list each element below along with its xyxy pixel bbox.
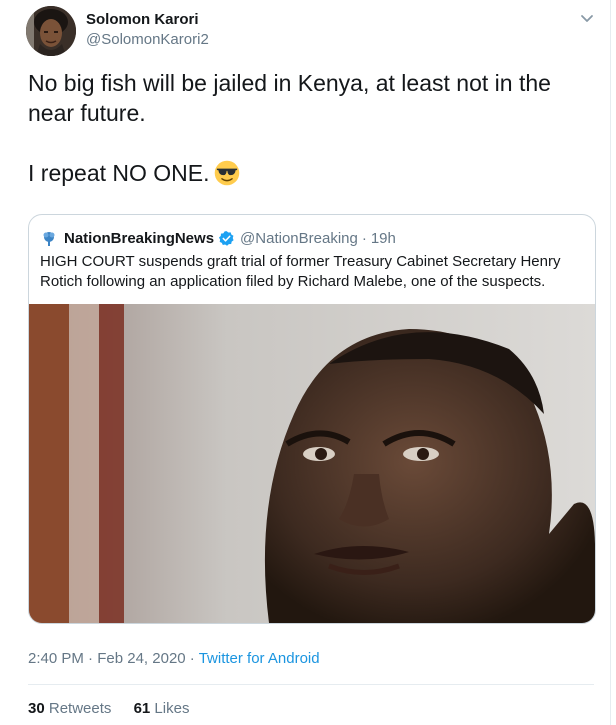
retweets-count: 30 bbox=[28, 700, 45, 717]
retweets-stat[interactable]: 30 Retweets bbox=[28, 700, 111, 717]
sunglasses-emoji-icon bbox=[214, 160, 239, 186]
quoted-tweet-photo[interactable] bbox=[29, 304, 595, 623]
retweets-label: Retweets bbox=[48, 700, 112, 717]
separator: · bbox=[189, 650, 195, 667]
likes-count: 61 bbox=[133, 700, 151, 717]
verified-badge-icon bbox=[219, 230, 234, 246]
nation-logo-icon bbox=[43, 232, 55, 246]
author-display-name[interactable]: Solomon Karori bbox=[86, 11, 199, 28]
quoted-tweet[interactable]: NationBreakingNews @NationBreaking · 19h… bbox=[28, 214, 596, 624]
tweet-card: Solomon Karori @SolomonKarori2 No big fi… bbox=[0, 0, 616, 725]
quoted-tweet-time[interactable]: 19h bbox=[371, 230, 396, 247]
separator: · bbox=[361, 229, 367, 247]
tweet-date[interactable]: Feb 24, 2020 bbox=[97, 650, 185, 667]
tweet-time[interactable]: 2:40 PM bbox=[28, 650, 84, 667]
divider bbox=[28, 684, 594, 685]
likes-stat[interactable]: 61 Likes bbox=[134, 700, 190, 717]
tweet-body: No big fish will be jailed in Kenya, at … bbox=[28, 70, 551, 186]
tweet-metadata: 2:40 PM · Feb 24, 2020 · Twitter for And… bbox=[28, 650, 320, 667]
quoted-tweet-text: HIGH COURT suspends graft trial of forme… bbox=[40, 253, 561, 290]
likes-label: Likes bbox=[154, 700, 190, 717]
avatar[interactable] bbox=[26, 6, 76, 56]
quoted-author-name[interactable]: NationBreakingNews bbox=[64, 230, 214, 247]
tweet-text: No big fish will be jailed in Kenya, at … bbox=[28, 68, 588, 188]
separator: · bbox=[88, 650, 94, 667]
chevron-down-icon[interactable] bbox=[578, 10, 596, 28]
author-handle[interactable]: @SolomonKarori2 bbox=[86, 31, 209, 48]
quoted-tweet-header: NationBreakingNews @NationBreaking · 19h bbox=[40, 228, 396, 248]
quoted-author-handle[interactable]: @NationBreaking bbox=[240, 230, 358, 247]
column-border bbox=[610, 0, 611, 725]
tweet-source-link[interactable]: Twitter for Android bbox=[199, 650, 320, 667]
tweet-stats: 30 Retweets 61 Likes bbox=[28, 700, 207, 717]
